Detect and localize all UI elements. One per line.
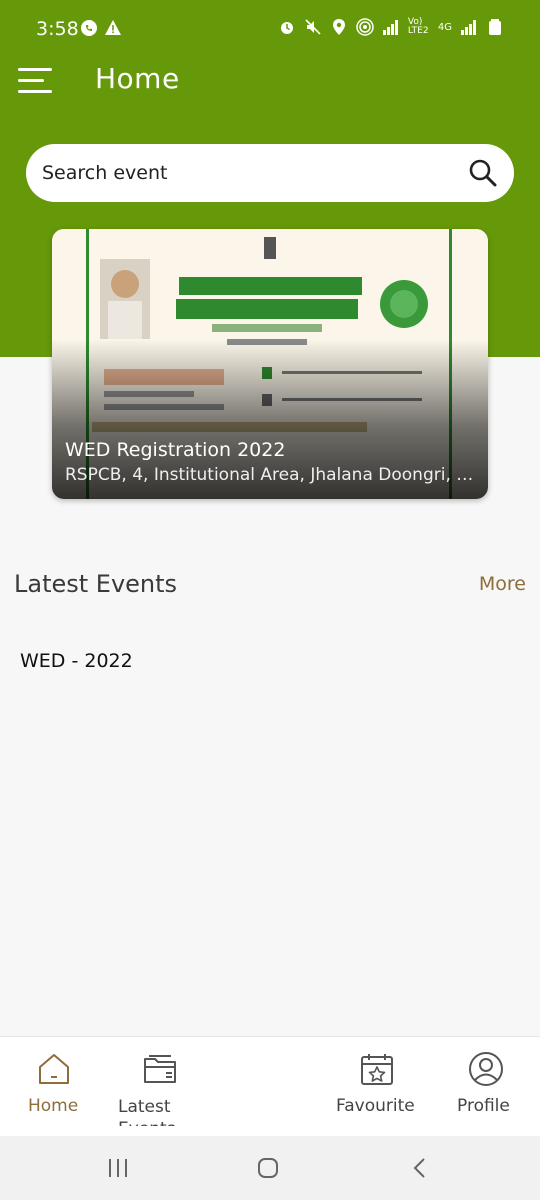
latest-events-heading: Latest Events [14, 570, 178, 598]
calendar-star-icon [359, 1051, 395, 1087]
nav-label-favourite: Favourite [336, 1096, 415, 1116]
more-link[interactable]: More [479, 573, 526, 595]
system-navigation-bar [0, 1136, 540, 1200]
banner-title: WED Registration 2022 [65, 439, 286, 461]
status-bar: 3:58 Vo) LTE2 4G [0, 0, 540, 60]
nav-item-favourite[interactable]: Favourite [328, 1037, 428, 1137]
search-icon[interactable] [468, 158, 498, 188]
network-gen-label: 4G [437, 21, 452, 33]
mute-icon [304, 18, 322, 36]
home-icon [36, 1051, 72, 1087]
nav-item-latest-events[interactable]: Latest Events [108, 1037, 208, 1137]
status-time: 3:58 [36, 18, 79, 40]
banner-subtitle: RSPCB, 4, Institutional Area, Jhalana Do… [65, 465, 475, 485]
nav-item-home[interactable]: Home [10, 1037, 110, 1137]
nav-label-home: Home [28, 1096, 79, 1116]
signal-icon [382, 18, 400, 36]
nav-item-profile[interactable]: Profile [440, 1037, 540, 1137]
search-bar [26, 144, 514, 202]
page-title: Home [95, 62, 180, 95]
battery-icon [486, 18, 504, 36]
hotspot-icon [356, 18, 374, 36]
bottom-navigation: Home Latest Events Favourite Profile [0, 1036, 540, 1137]
list-item[interactable]: WED - 2022 [20, 650, 133, 672]
lte-label: Vo) LTE2 [407, 17, 429, 36]
nav-label-profile: Profile [457, 1096, 510, 1116]
signal-icon [460, 18, 478, 36]
warning-icon [104, 19, 122, 37]
profile-icon [468, 1051, 504, 1087]
featured-event-card[interactable]: WED Registration 2022 RSPCB, 4, Institut… [52, 229, 488, 499]
search-input[interactable] [40, 152, 454, 194]
alarm-icon [278, 18, 296, 36]
recent-apps-icon[interactable] [106, 1156, 130, 1180]
back-icon[interactable] [408, 1156, 432, 1180]
app-bar: Home [0, 56, 540, 112]
whatsapp-icon [80, 19, 98, 37]
folder-icon [142, 1051, 178, 1087]
hamburger-menu-icon[interactable] [18, 66, 54, 96]
location-icon [330, 18, 348, 36]
home-system-icon[interactable] [256, 1156, 280, 1180]
nav-label-latest-events: Latest Events [118, 1097, 176, 1126]
